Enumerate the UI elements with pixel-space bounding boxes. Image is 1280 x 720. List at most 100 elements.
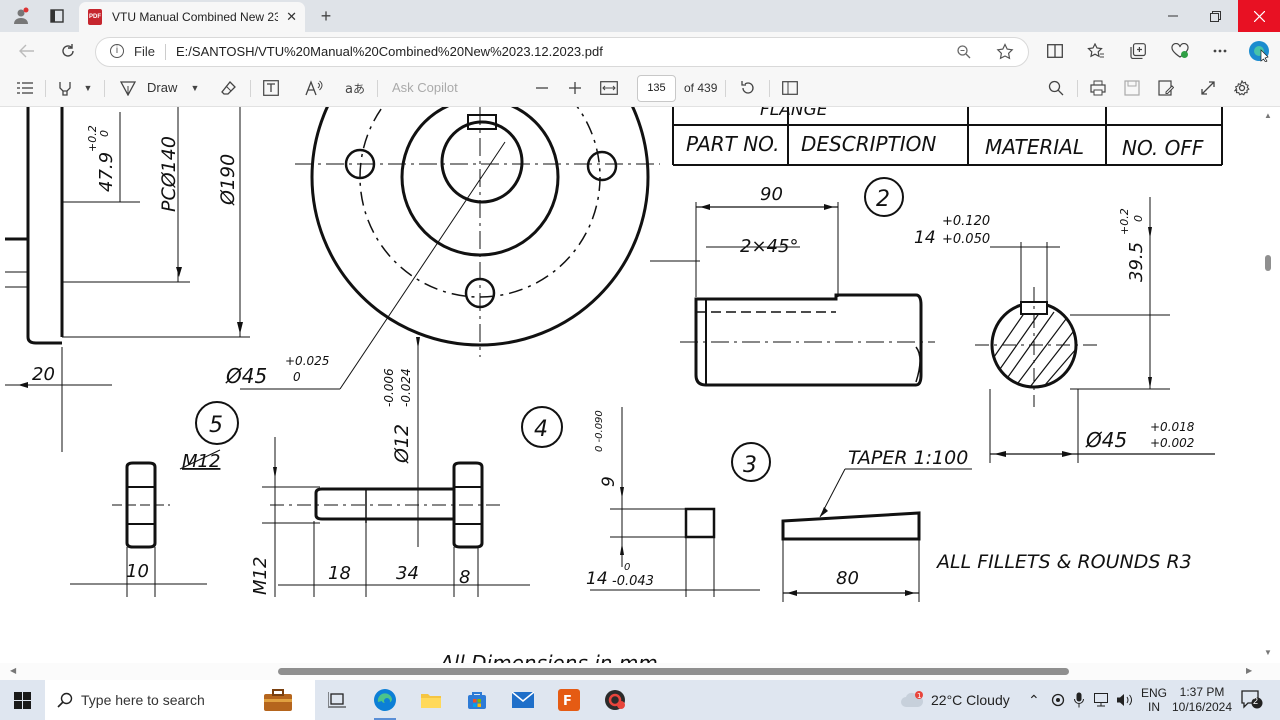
dim-key-9-tol: 0 -0.090	[594, 410, 605, 452]
search-highlight-briefcase-icon	[263, 688, 293, 715]
draw-pen-icon[interactable]	[117, 70, 139, 106]
weather-text: 22°C Cloudy	[931, 692, 1010, 708]
file-explorer-icon[interactable]	[414, 680, 448, 720]
toolbar-divider	[250, 80, 251, 97]
taskbar: Type here to search F 1 22°C Cloudy ⌃ EN…	[0, 680, 1280, 720]
contents-list-icon[interactable]	[14, 70, 36, 106]
ask-copilot-button[interactable]: Ask Copilot	[392, 70, 458, 106]
dim-dia12: Ø12	[391, 424, 413, 464]
volume-icon[interactable]	[1116, 680, 1134, 720]
notification-center-icon[interactable]: 2	[1238, 680, 1266, 720]
rotate-icon[interactable]	[737, 70, 759, 106]
back-arrow-icon[interactable]	[14, 32, 40, 70]
lang-bottom: IN	[1148, 700, 1160, 714]
dim-m12-bolt: M12	[250, 557, 271, 595]
dim-dia45-hub-tol-up: +0.025	[285, 354, 329, 368]
highlight-icon[interactable]	[54, 70, 76, 106]
notification-count: 2	[1253, 696, 1259, 706]
tab-actions-icon[interactable]	[46, 0, 68, 32]
minimize-button[interactable]	[1152, 0, 1194, 32]
table-header-description: DESCRIPTION	[801, 132, 936, 156]
add-text-icon[interactable]	[260, 70, 282, 106]
task-view-icon[interactable]	[322, 680, 352, 720]
store-icon[interactable]	[460, 680, 494, 720]
copilot-icon[interactable]	[1246, 32, 1272, 70]
scroll-left-arrow-icon[interactable]: ◀	[10, 666, 16, 675]
microphone-icon[interactable]	[1074, 680, 1084, 720]
print-icon[interactable]	[1087, 70, 1109, 106]
dim-34: 34	[396, 563, 419, 584]
clock[interactable]: 1:37 PM 10/16/2024	[1172, 680, 1232, 720]
dim-dia45-hub: Ø45	[225, 364, 267, 388]
zoom-icon[interactable]	[956, 44, 972, 63]
save-as-icon[interactable]	[1155, 70, 1177, 106]
more-options-icon[interactable]	[1208, 32, 1232, 70]
toolbar-divider	[104, 80, 105, 97]
drawing-labels: FLANGE PART NO. DESCRIPTION MATERIAL NO.…	[32, 107, 1204, 663]
collections-icon[interactable]	[1126, 32, 1150, 70]
pdf-file-icon: PDF	[88, 9, 102, 25]
dim-39-5-tol-up: +0.2	[1118, 208, 1131, 235]
dim-dia45-shaft-lo: +0.002	[1150, 436, 1194, 450]
clock-date: 10/16/2024	[1171, 700, 1233, 714]
settings-gear-icon[interactable]	[1231, 70, 1253, 106]
start-button[interactable]	[0, 680, 45, 720]
dim-keyway-14: 14	[914, 228, 936, 248]
full-screen-icon[interactable]	[1197, 70, 1219, 106]
horizontal-scrollbar[interactable]: ◀ ▶	[0, 663, 1280, 680]
save-icon[interactable]	[1121, 70, 1143, 106]
balloon-2: 2	[876, 187, 890, 212]
note-taper: TAPER 1:100	[848, 447, 968, 469]
zoom-out-icon[interactable]	[532, 70, 552, 106]
taskbar-search-box[interactable]: Type here to search	[45, 680, 315, 720]
window-close-button[interactable]	[1238, 0, 1280, 32]
active-tab[interactable]: PDF VTU Manual Combined New 23.12.2023.p…	[79, 2, 305, 32]
search-icon	[57, 692, 73, 711]
horizontal-scrollbar-thumb[interactable]	[278, 668, 1069, 675]
pdf-toolbar: ▼ Draw ▼ aあ Ask Copilot 135 of 439	[0, 70, 1280, 107]
page-view-icon[interactable]	[779, 70, 801, 106]
dim-key-14-tol-lo: -0.043	[612, 574, 654, 589]
highlight-dropdown-chevron-icon[interactable]: ▼	[81, 70, 95, 106]
split-screen-icon[interactable]	[1043, 32, 1067, 70]
draw-label[interactable]: Draw	[147, 70, 177, 106]
draw-dropdown-chevron-icon[interactable]: ▼	[188, 70, 202, 106]
site-info-icon[interactable]: i	[110, 44, 124, 58]
fit-to-width-icon[interactable]	[598, 70, 620, 106]
network-icon[interactable]	[1094, 680, 1112, 720]
mail-icon[interactable]	[506, 680, 540, 720]
vertical-scrollbar-thumb[interactable]	[1265, 255, 1271, 271]
restore-button[interactable]	[1194, 0, 1236, 32]
url-field[interactable]: i File E:/SANTOSH/VTU%20Manual%20Combine…	[95, 37, 1029, 67]
favorite-star-icon[interactable]	[996, 43, 1014, 64]
scroll-right-arrow-icon[interactable]: ▶	[1246, 666, 1252, 675]
meet-now-icon[interactable]	[1051, 680, 1065, 720]
scroll-up-arrow-icon[interactable]: ▲	[1264, 111, 1272, 120]
tab-close-button[interactable]: ✕	[286, 9, 297, 25]
eraser-icon[interactable]	[218, 70, 240, 106]
show-hidden-icons-chevron-icon[interactable]: ⌃	[1028, 680, 1040, 720]
new-tab-button[interactable]: +	[315, 0, 337, 32]
profile-icon[interactable]	[8, 0, 34, 32]
input-language-indicator[interactable]: ENG IN	[1141, 680, 1167, 720]
dim-47-9-tol: +0.2	[86, 125, 99, 152]
svg-text:F: F	[563, 694, 572, 709]
weather-widget[interactable]: 1 22°C Cloudy	[900, 680, 1010, 720]
refresh-icon[interactable]	[55, 32, 81, 70]
pdf-page-viewport[interactable]: FLANGE PART NO. DESCRIPTION MATERIAL NO.…	[0, 107, 1280, 663]
foxit-reader-icon[interactable]: F	[552, 680, 586, 720]
dim-key-14-tol-up: 0	[624, 562, 630, 573]
scroll-down-arrow-icon[interactable]: ▼	[1264, 648, 1272, 657]
dim-m12-nut: M12	[182, 451, 220, 472]
zoom-in-icon[interactable]	[565, 70, 585, 106]
snipping-tool-icon[interactable]	[598, 680, 632, 720]
browser-essentials-icon[interactable]	[1168, 32, 1192, 70]
edge-taskbar-icon[interactable]	[368, 680, 402, 720]
find-icon[interactable]	[1045, 70, 1067, 106]
page-number-input[interactable]: 135	[637, 75, 676, 102]
dim-key-9: 9	[599, 476, 619, 487]
favorites-icon[interactable]	[1084, 32, 1108, 70]
translate-icon[interactable]: aあ	[343, 70, 367, 106]
read-aloud-icon[interactable]	[303, 70, 325, 106]
cloud-weather-icon: 1	[901, 691, 924, 707]
